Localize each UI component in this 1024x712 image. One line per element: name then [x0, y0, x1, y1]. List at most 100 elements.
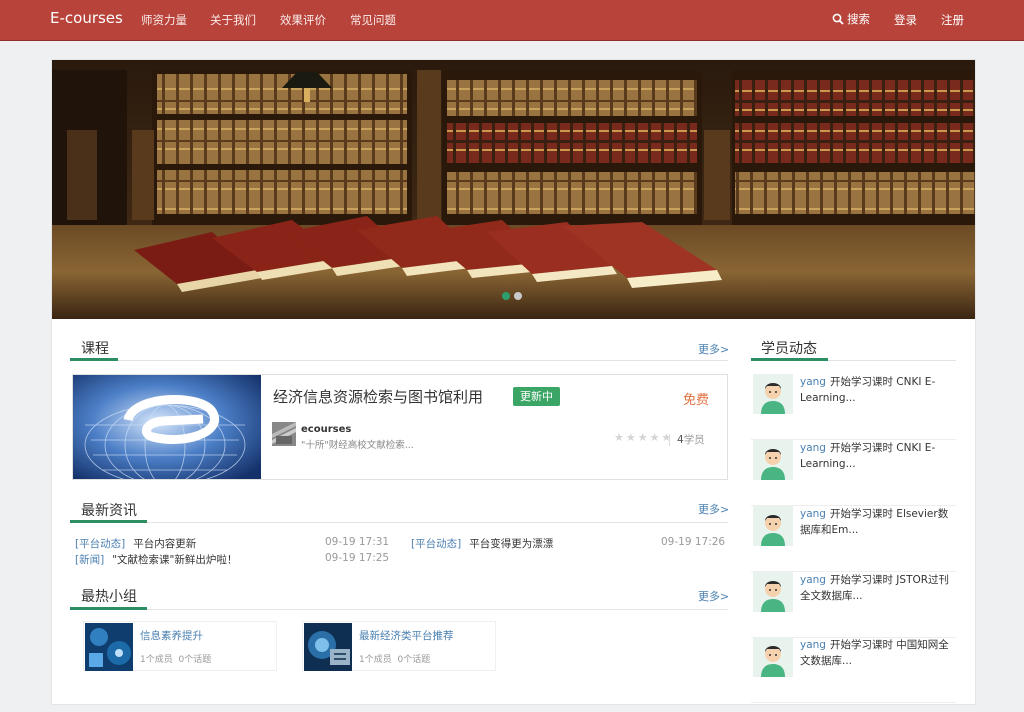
star-icon: ★	[649, 431, 660, 444]
nav-item-about[interactable]: 关于我们	[210, 12, 256, 28]
rating-stars: ★ ★ ★ ★ ★	[614, 431, 671, 444]
group-thumbnail[interactable]	[304, 623, 352, 671]
top-navbar: E-courses 师资力量 关于我们 效果评价 常见问题 搜索 登录 注册	[0, 0, 1024, 41]
user-avatar-icon	[753, 506, 793, 546]
star-icon: ★	[637, 431, 648, 444]
globe-logo-image	[73, 375, 261, 479]
nav-item-evaluation[interactable]: 效果评价	[280, 12, 326, 28]
news-headline[interactable]: 平台内容更新	[133, 538, 196, 550]
search-link[interactable]: 搜索	[832, 11, 870, 27]
news-tag[interactable]: [平台动态]	[411, 538, 461, 550]
activity-accent	[751, 358, 828, 361]
news-headline[interactable]: 平台变得更为漂漂	[469, 538, 553, 550]
avatar[interactable]	[753, 374, 793, 414]
news-time: 09-19 17:25	[325, 552, 390, 564]
group-image-tech	[85, 623, 133, 671]
activity-text: yang 开始学习课时 JSTOR过刊全文数据库...	[800, 572, 952, 604]
carousel-dots	[502, 292, 522, 300]
user-avatar-icon	[753, 374, 793, 414]
student-count: 4学员	[677, 432, 705, 447]
user-avatar-icon	[753, 572, 793, 612]
user-avatar-icon	[753, 440, 793, 480]
library-books-image	[52, 60, 975, 319]
course-title[interactable]: 经济信息资源检索与图书馆利用	[273, 386, 483, 407]
org-description: "十所"财经高校文献检索...	[301, 440, 414, 451]
banner-carousel[interactable]	[52, 60, 975, 319]
groups-more-link[interactable]: 更多>	[698, 588, 729, 604]
news-item[interactable]: [平台动态] 平台变得更为漂漂	[411, 536, 553, 551]
courses-divider	[70, 360, 728, 361]
groups-title: 最热小组	[81, 589, 137, 605]
course-price: 免费	[683, 393, 710, 408]
courses-more-link[interactable]: 更多>	[698, 341, 729, 357]
news-tag[interactable]: [新闻]	[75, 554, 104, 566]
course-thumbnail[interactable]	[73, 375, 261, 479]
group-meta: 1个成员 0个话题	[359, 652, 430, 665]
activity-title: 学员动态	[761, 341, 817, 357]
activity-user-link[interactable]: yang	[800, 508, 826, 520]
activity-user-link[interactable]: yang	[800, 639, 826, 651]
activity-user-link[interactable]: yang	[800, 442, 826, 454]
org-name[interactable]: ecourses	[301, 424, 351, 435]
course-status-badge: 更新中	[513, 387, 560, 406]
star-icon: ★	[625, 431, 636, 444]
group-topics: 0个话题	[178, 655, 212, 665]
activity-item[interactable]: yang 开始学习课时 Elsevier数据库和Em...	[751, 506, 956, 572]
news-time: 09-19 17:26	[661, 536, 726, 548]
search-icon	[832, 13, 844, 25]
login-link[interactable]: 登录	[894, 12, 917, 28]
news-more-link[interactable]: 更多>	[698, 501, 729, 517]
group-meta: 1个成员 0个话题	[140, 652, 211, 665]
carousel-dot-1[interactable]	[502, 292, 510, 300]
activity-item[interactable]: yang 开始学习课时 中国知网全文数据库...	[751, 637, 956, 703]
stats-divider	[669, 434, 670, 446]
search-label: 搜索	[847, 12, 870, 26]
avatar[interactable]	[753, 506, 793, 546]
avatar[interactable]	[753, 572, 793, 612]
group-card[interactable]: 最新经济类平台推荐 1个成员 0个话题	[302, 621, 496, 671]
nav-item-faculty[interactable]: 师资力量	[141, 12, 187, 28]
news-item[interactable]: [平台动态] 平台内容更新	[75, 536, 196, 551]
courses-accent	[70, 358, 118, 361]
org-logo-image	[272, 422, 296, 446]
register-link[interactable]: 注册	[941, 12, 964, 28]
activity-text: yang 开始学习课时 CNKI E-Learning...	[800, 440, 952, 472]
activity-user-link[interactable]: yang	[800, 574, 826, 586]
avatar[interactable]	[753, 637, 793, 677]
activity-item[interactable]: yang 开始学习课时 JSTOR过刊全文数据库...	[751, 572, 956, 638]
nav-item-faq[interactable]: 常见问题	[350, 12, 396, 28]
carousel-dot-2[interactable]	[514, 292, 522, 300]
news-time: 09-19 17:31	[325, 536, 390, 548]
org-avatar[interactable]	[272, 422, 296, 446]
news-item[interactable]: [新闻] "文献检索课"新鲜出炉啦！	[75, 552, 237, 567]
news-divider	[70, 522, 728, 523]
activity-item[interactable]: yang 开始学习课时 CNKI E-Learning...	[751, 374, 956, 440]
avatar[interactable]	[753, 440, 793, 480]
group-name[interactable]: 最新经济类平台推荐	[359, 628, 454, 643]
news-accent	[70, 520, 147, 523]
student-count-unit: 学员	[683, 434, 705, 446]
student-count-value: 4	[677, 434, 684, 446]
group-topics: 0个话题	[397, 655, 431, 665]
activity-text: yang 开始学习课时 CNKI E-Learning...	[800, 374, 952, 406]
group-card[interactable]: 信息素养提升 1个成员 0个话题	[83, 621, 277, 671]
groups-accent	[70, 607, 147, 610]
activity-item[interactable]: yang 开始学习课时 CNKI E-Learning...	[751, 440, 956, 506]
group-members: 1个成员	[140, 655, 173, 665]
course-card[interactable]: 经济信息资源检索与图书馆利用 更新中 免费 ecourses "十所"财经高校文…	[72, 374, 728, 480]
user-avatar-icon	[753, 637, 793, 677]
main-panel: 课程 更多> 经济信息资源检索与图书馆利用 更新中 免费 ecourses "十…	[51, 59, 976, 705]
group-name[interactable]: 信息素养提升	[140, 628, 203, 643]
groups-divider	[70, 609, 728, 610]
activity-text: yang 开始学习课时 中国知网全文数据库...	[800, 637, 952, 669]
news-title: 最新资讯	[81, 503, 137, 519]
activity-text: yang 开始学习课时 Elsevier数据库和Em...	[800, 506, 952, 538]
news-tag[interactable]: [平台动态]	[75, 538, 125, 550]
star-icon: ★	[614, 431, 624, 444]
group-thumbnail[interactable]	[85, 623, 133, 671]
brand-logo[interactable]: E-courses	[50, 9, 123, 27]
courses-title: 课程	[81, 341, 109, 357]
group-members: 1个成员	[359, 655, 392, 665]
news-headline[interactable]: "文献检索课"新鲜出炉啦！	[112, 554, 237, 566]
activity-user-link[interactable]: yang	[800, 376, 826, 388]
